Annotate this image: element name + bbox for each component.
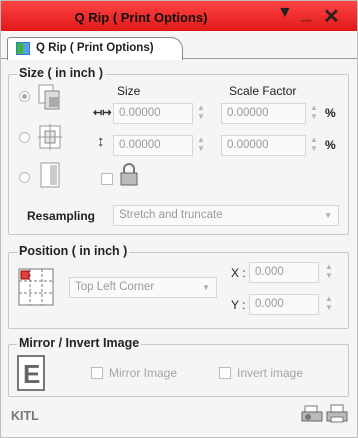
fit-image-icon [38, 124, 62, 150]
chevron-down-icon: ▼ [324, 211, 332, 220]
height-percent-label: % [325, 138, 336, 152]
scale-image-icon [38, 84, 60, 110]
print-options-window: Q Rip ( Print Options) ▼ _ ✕ Q Rip ( Pri… [0, 0, 358, 438]
x-label: X : [231, 266, 246, 280]
page-image-icon [40, 162, 60, 188]
mirror-group-title: Mirror / Invert Image [17, 336, 142, 350]
size-group-title: Size ( in inch ) [17, 66, 106, 80]
mirror-image-checkbox[interactable] [91, 367, 103, 379]
position-group: Position ( in inch ) Top Left Corner ▼ X… [8, 244, 349, 329]
anchor-dropdown[interactable]: Top Left Corner ▼ [69, 277, 217, 298]
tab-strip: Q Rip ( Print Options) [1, 31, 357, 60]
mirror-e-icon: E [17, 355, 45, 391]
mirror-image-label: Mirror Image [109, 366, 178, 380]
invert-image-checkbox[interactable] [219, 367, 231, 379]
chevron-down-icon: ▼ [202, 283, 210, 292]
height-arrows-icon: ↕ [97, 133, 105, 150]
width-input[interactable]: 0.00000 [113, 103, 193, 124]
app-icon [16, 42, 30, 55]
width-scale-spinner[interactable]: ▲ ▼ [308, 103, 320, 124]
x-spinner[interactable]: ▲ ▼ [323, 262, 335, 283]
y-spinner[interactable]: ▲ ▼ [323, 294, 335, 315]
window-title: Q Rip ( Print Options) [74, 10, 208, 25]
size-group: Size ( in inch ) Size Scale Factor ↤↦ 0.… [8, 66, 349, 235]
size-mode-radio-2[interactable] [19, 132, 30, 143]
title-bar: Q Rip ( Print Options) ▼ _ ✕ [1, 1, 357, 31]
width-percent-label: % [325, 106, 336, 120]
height-spinner[interactable]: ▲ ▼ [195, 135, 207, 156]
lock-aspect-checkbox[interactable] [101, 173, 113, 185]
width-spinner[interactable]: ▲ ▼ [195, 103, 207, 124]
anchor-grid-icon[interactable] [17, 267, 55, 307]
height-scale-spinner[interactable]: ▲ ▼ [308, 135, 320, 156]
position-group-title: Position ( in inch ) [17, 244, 130, 258]
tab-print-options[interactable]: Q Rip ( Print Options) [7, 37, 183, 60]
size-mode-radio-3[interactable] [19, 172, 30, 183]
printer-icon[interactable] [326, 404, 348, 424]
y-label: Y : [231, 298, 246, 312]
resampling-value: Stretch and truncate [119, 209, 223, 221]
height-input[interactable]: 0.00000 [113, 135, 193, 156]
y-input[interactable]: 0.000 [249, 294, 319, 315]
x-input[interactable]: 0.000 [249, 262, 319, 283]
size-mode-radio-1[interactable] [19, 91, 30, 102]
mirror-group: Mirror / Invert Image E Mirror Image Inv… [8, 336, 349, 397]
invert-image-label: Invert image [237, 366, 304, 380]
svg-text:E: E [23, 359, 40, 389]
minimize-icon[interactable]: _ [301, 3, 311, 24]
resampling-label: Resampling [27, 209, 96, 223]
height-scale-input[interactable]: 0.00000 [221, 135, 306, 156]
close-icon[interactable]: ✕ [323, 4, 340, 29]
tab-label: Q Rip ( Print Options) [36, 42, 154, 54]
menu-dropdown-icon[interactable]: ▼ [277, 4, 293, 22]
width-arrows-icon: ↤↦ [93, 107, 112, 119]
width-scale-input[interactable]: 0.00000 [221, 103, 306, 124]
scale-factor-column-header: Scale Factor [229, 84, 297, 98]
print-preview-icon[interactable] [301, 404, 323, 424]
brand-label: KITL [11, 409, 39, 423]
size-column-header: Size [117, 84, 141, 98]
lock-icon [120, 163, 138, 186]
resampling-dropdown[interactable]: Stretch and truncate ▼ [113, 205, 339, 226]
anchor-value: Top Left Corner [75, 281, 155, 293]
